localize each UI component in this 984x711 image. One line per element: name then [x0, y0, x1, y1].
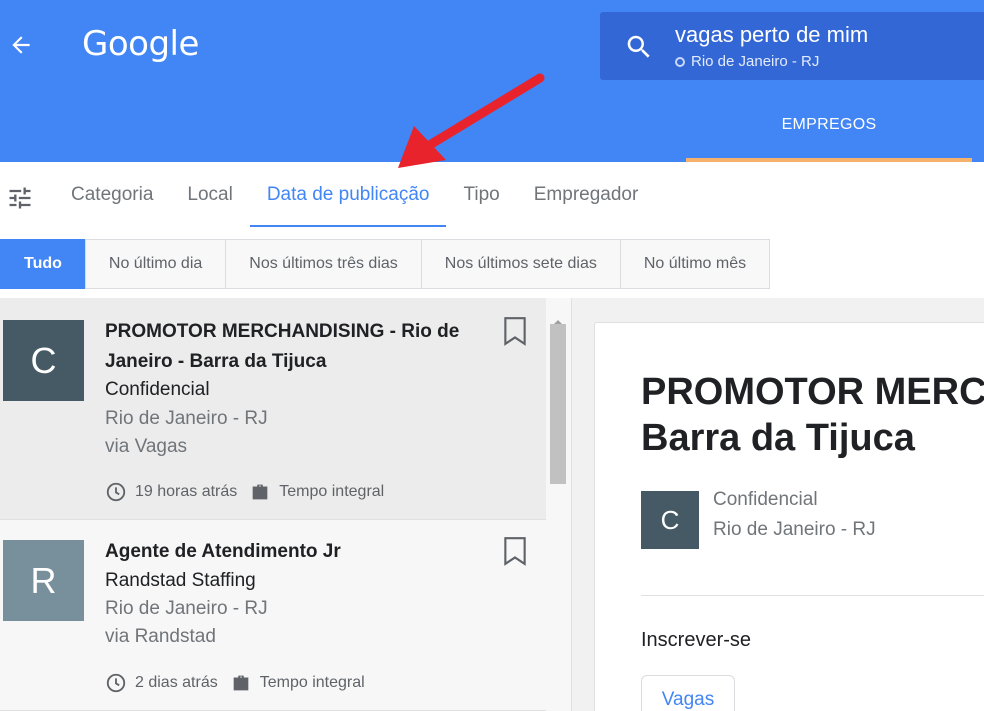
- job-location: Rio de Janeiro - RJ: [105, 408, 268, 429]
- job-type: Tempo integral: [279, 483, 385, 500]
- chip-ultimos-sete-dias[interactable]: Nos últimos sete dias: [420, 239, 621, 289]
- date-filter-chips: Tudo No último dia Nos últimos três dias…: [0, 239, 771, 289]
- detail-company: Confidencial: [713, 489, 818, 510]
- search-query-text[interactable]: vagas perto de mim: [675, 22, 868, 48]
- job-type: Tempo integral: [259, 674, 365, 691]
- job-location: Rio de Janeiro - RJ: [105, 598, 268, 619]
- company-avatar: R: [3, 540, 84, 621]
- job-source: via Vagas: [105, 436, 188, 457]
- chip-ultimo-mes[interactable]: No último mês: [619, 239, 771, 289]
- filter-tab-local[interactable]: Local: [170, 162, 249, 227]
- scrollbar-thumb[interactable]: [550, 324, 566, 484]
- detail-title: PROMOTOR MERCHANDISING - Rio de Janeiro …: [641, 369, 984, 461]
- clock-icon: [106, 673, 126, 693]
- search-icon[interactable]: [624, 32, 654, 62]
- filter-tabs: Categoria Local Data de publicação Tipo …: [54, 162, 655, 227]
- filter-tab-empregador[interactable]: Empregador: [517, 162, 656, 227]
- job-company: Confidencial: [105, 379, 210, 400]
- location-dot-icon: [675, 56, 685, 67]
- clock-icon: [106, 482, 126, 502]
- detail-company-avatar: C: [641, 491, 699, 549]
- detail-location: Rio de Janeiro - RJ: [713, 519, 876, 540]
- detail-title-line2: Barra da Tijuca: [641, 417, 915, 459]
- job-posted: 19 horas atrás: [135, 483, 238, 500]
- arrow-back-icon: [12, 36, 30, 54]
- job-title[interactable]: Agente de Atendimento Jr: [105, 537, 465, 567]
- filter-tab-categoria[interactable]: Categoria: [54, 162, 170, 227]
- apply-heading: Inscrever-se: [641, 629, 752, 651]
- bookmark-icon[interactable]: [502, 536, 528, 566]
- back-button[interactable]: [4, 28, 38, 62]
- briefcase-icon: [233, 675, 249, 691]
- job-meta: 2 dias atrás Tempo integral: [105, 672, 365, 694]
- filter-bar: Categoria Local Data de publicação Tipo …: [0, 162, 984, 298]
- briefcase-icon: [252, 484, 268, 500]
- job-detail-panel: PROMOTOR MERCHANDISING - Rio de Janeiro …: [572, 298, 984, 711]
- search-box[interactable]: vagas perto de mim Rio de Janeiro - RJ: [600, 12, 984, 80]
- tune-icon[interactable]: [6, 184, 34, 212]
- job-company: Randstad Staffing: [105, 570, 256, 591]
- detail-title-line1: PROMOTOR MERCHANDISING - Rio de Janeiro …: [641, 371, 984, 413]
- job-list-item[interactable]: C PROMOTOR MERCHANDISING - Rio de Janeir…: [0, 298, 546, 520]
- chip-tudo[interactable]: Tudo: [0, 239, 86, 289]
- detail-divider: [641, 595, 984, 596]
- chip-ultimo-dia[interactable]: No último dia: [84, 239, 227, 289]
- job-meta: 19 horas atrás Tempo integral: [105, 481, 384, 503]
- search-location-text: Rio de Janeiro - RJ: [691, 53, 820, 70]
- tab-empregos-label: EMPREGOS: [781, 116, 877, 133]
- search-location[interactable]: Rio de Janeiro - RJ: [675, 53, 819, 70]
- google-logo[interactable]: Google: [82, 24, 199, 64]
- job-posted: 2 dias atrás: [135, 674, 218, 691]
- list-scrollbar[interactable]: [548, 320, 568, 711]
- filter-tab-data-publicacao[interactable]: Data de publicação: [249, 162, 447, 227]
- chip-ultimos-tres-dias[interactable]: Nos últimos três dias: [225, 239, 422, 289]
- job-source: via Randstad: [105, 626, 216, 647]
- apply-vagas-button[interactable]: Vagas: [641, 675, 735, 711]
- company-avatar: C: [3, 320, 84, 401]
- tab-empregos[interactable]: EMPREGOS: [686, 100, 972, 162]
- job-detail-card: PROMOTOR MERCHANDISING - Rio de Janeiro …: [594, 322, 984, 711]
- job-title[interactable]: PROMOTOR MERCHANDISING - Rio de Janeiro …: [105, 317, 465, 377]
- job-list-item[interactable]: R Agente de Atendimento Jr Randstad Staf…: [0, 520, 546, 711]
- filter-tab-tipo[interactable]: Tipo: [446, 162, 516, 227]
- top-header: Google vagas perto de mim Rio de Janeiro…: [0, 0, 984, 162]
- bookmark-icon[interactable]: [502, 316, 528, 346]
- job-list: C PROMOTOR MERCHANDISING - Rio de Janeir…: [0, 298, 572, 711]
